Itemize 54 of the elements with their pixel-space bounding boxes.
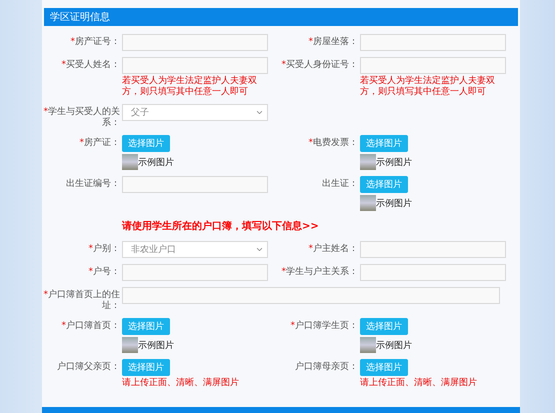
sample-thumbnail bbox=[360, 195, 376, 211]
sample-image-link[interactable]: 示例图片 bbox=[376, 338, 412, 352]
select-field[interactable]: 父子 bbox=[122, 104, 268, 121]
input-field[interactable] bbox=[360, 57, 506, 74]
hint-text: 请上传正面、清晰、满屏图片 bbox=[360, 378, 477, 389]
field-label: 出生证： bbox=[321, 178, 358, 190]
choose-image-button[interactable]: 选择图片 bbox=[122, 318, 170, 335]
field-label: *房屋坐落： bbox=[308, 36, 358, 48]
field-label: *户号： bbox=[88, 266, 120, 278]
field-label: *买受人身份证号： bbox=[280, 58, 358, 71]
input-field[interactable] bbox=[360, 34, 506, 51]
sample-image-link[interactable]: 示例图片 bbox=[138, 156, 174, 168]
field-label: *学生与买受人的关系： bbox=[42, 106, 120, 129]
field-label: *户口簿首页： bbox=[60, 320, 120, 332]
input-field[interactable] bbox=[360, 241, 506, 258]
field-label: *买受人姓名： bbox=[60, 58, 120, 71]
choose-image-button[interactable]: 选择图片 bbox=[360, 135, 408, 152]
input-field[interactable] bbox=[122, 264, 268, 281]
field-label: *户主姓名： bbox=[308, 242, 358, 255]
field-label: *房产证号： bbox=[70, 36, 120, 48]
hint-text: 若买受人为学生法定监护人夫妻双方，则只填写其中任意一人即可 bbox=[122, 76, 258, 98]
choose-image-button[interactable]: 选择图片 bbox=[360, 318, 408, 335]
select-field[interactable]: 非农业户口 bbox=[122, 241, 268, 258]
field-label: 出生证编号： bbox=[65, 178, 120, 190]
hint-text: 若买受人为学生法定监护人夫妻双方，则只填写其中任意一人即可 bbox=[360, 76, 496, 98]
field-label: *户口簿学生页： bbox=[290, 320, 358, 332]
sample-image-link[interactable]: 示例图片 bbox=[376, 156, 412, 168]
choose-image-button[interactable]: 选择图片 bbox=[122, 359, 170, 376]
input-field[interactable] bbox=[360, 264, 506, 281]
sample-thumbnail bbox=[122, 154, 138, 170]
field-label: *电费发票： bbox=[308, 136, 358, 149]
field-label: *房产证： bbox=[78, 136, 120, 149]
sample-image-link[interactable]: 示例图片 bbox=[376, 196, 412, 210]
notice-text: 请使用学生所在的户口簿，填写以下信息>> bbox=[120, 219, 320, 233]
field-label: *户口簿首页上的住址： bbox=[42, 288, 120, 312]
caret-icon bbox=[255, 245, 264, 254]
input-field[interactable] bbox=[122, 34, 268, 51]
caret-icon bbox=[255, 108, 264, 117]
input-field[interactable] bbox=[122, 176, 268, 193]
choose-image-button[interactable]: 选择图片 bbox=[360, 359, 408, 376]
field-label: 户口簿父亲页： bbox=[56, 360, 120, 373]
choose-image-button[interactable]: 选择图片 bbox=[122, 135, 170, 152]
sample-image-link[interactable]: 示例图片 bbox=[138, 338, 174, 352]
sample-thumbnail bbox=[122, 337, 138, 353]
choose-image-button[interactable]: 选择图片 bbox=[360, 176, 408, 193]
hint-text: 请上传正面、清晰、满屏图片 bbox=[122, 378, 239, 389]
field-label: *户别： bbox=[88, 242, 120, 255]
input-field[interactable] bbox=[122, 57, 268, 74]
field-label: 户口簿母亲页： bbox=[294, 360, 358, 373]
input-field[interactable] bbox=[122, 287, 500, 304]
sample-thumbnail bbox=[360, 337, 376, 353]
field-label: *学生与户主关系： bbox=[280, 266, 358, 278]
sample-thumbnail bbox=[360, 154, 376, 170]
section-header: 学区证明信息 bbox=[44, 8, 518, 26]
